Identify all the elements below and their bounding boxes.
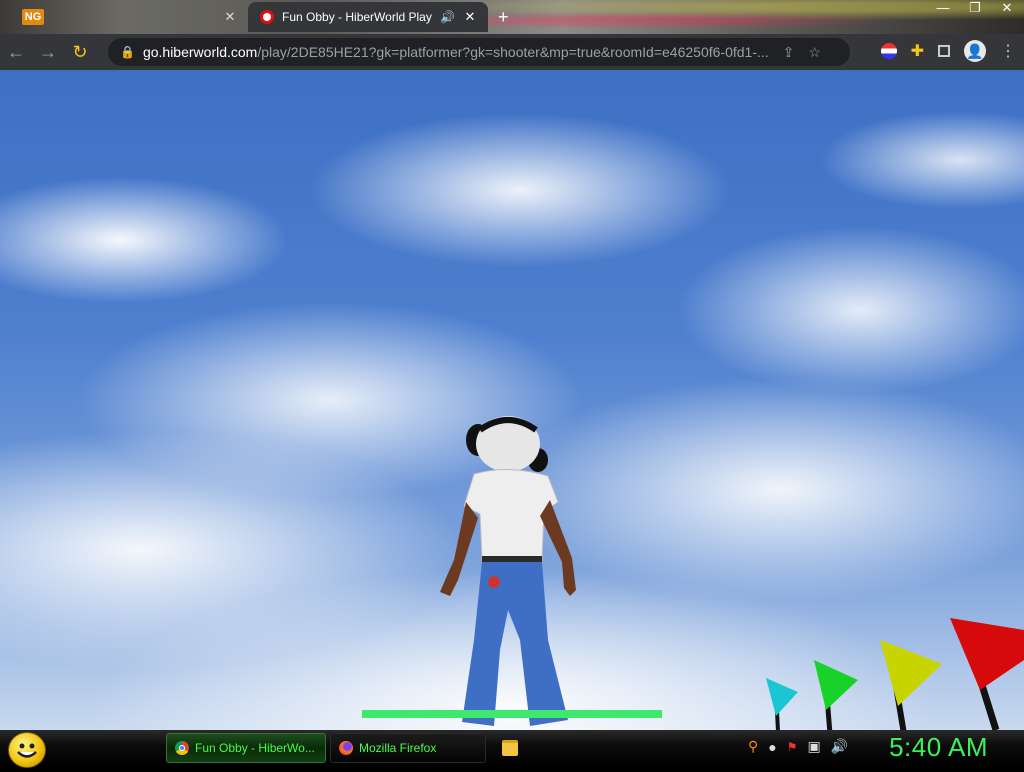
smiley-icon bbox=[17, 743, 37, 758]
url-host: go.hiberworld.com bbox=[142, 44, 258, 60]
close-icon[interactable]: ✕ bbox=[462, 9, 478, 25]
arrow-right-icon: → bbox=[39, 41, 57, 62]
close-window-button[interactable]: ✕ bbox=[998, 0, 1016, 16]
url-path: /play/2DE85HE21?gk=platformer?gk=shooter… bbox=[257, 44, 769, 60]
action-center-flag-icon[interactable]: ⚑ bbox=[787, 740, 798, 754]
checkpoint-flag-red bbox=[950, 618, 1024, 730]
profile-avatar[interactable]: 👤 bbox=[964, 40, 986, 62]
reload-button[interactable]: ↻ bbox=[64, 42, 96, 63]
share-icon[interactable]: ⇪ bbox=[783, 44, 795, 61]
taskbar-item-label: Mozilla Firefox bbox=[359, 741, 437, 755]
game-canvas[interactable] bbox=[0, 70, 1024, 730]
browser-tab-strip: NG ✕ Fun Obby - HiberWorld Play 🔊 ✕ + — … bbox=[0, 0, 1024, 34]
person-icon: 👤 bbox=[966, 43, 984, 59]
network-icon[interactable]: ▣ bbox=[808, 738, 821, 755]
taskbar: Fun Obby - HiberWo... Mozilla Firefox ⚲ … bbox=[0, 730, 1024, 768]
tab-active[interactable]: Fun Obby - HiberWorld Play 🔊 ✕ bbox=[248, 2, 488, 32]
taskbar-item-label: Fun Obby - HiberWo... bbox=[195, 741, 315, 755]
taskbar-item-chrome[interactable]: Fun Obby - HiberWo... bbox=[166, 733, 326, 763]
start-button[interactable] bbox=[8, 732, 46, 768]
chrome-icon bbox=[175, 741, 189, 755]
checkpoint-flag-cyan bbox=[766, 678, 798, 730]
tab-inactive[interactable]: NG ✕ bbox=[16, 2, 248, 32]
hiberworld-favicon-icon bbox=[260, 10, 274, 24]
close-icon[interactable]: ✕ bbox=[222, 9, 238, 25]
volume-icon[interactable]: 🔊 bbox=[831, 738, 848, 755]
extensions-area: ✚ 👤 ⋮ bbox=[880, 40, 1016, 62]
kebab-icon[interactable]: ⋮ bbox=[1000, 41, 1016, 61]
messenger-icon[interactable]: ● bbox=[768, 739, 776, 755]
flag-extension-icon[interactable] bbox=[880, 43, 897, 59]
speaker-icon[interactable]: 🔊 bbox=[440, 10, 456, 24]
health-bar-fill bbox=[362, 710, 662, 718]
window-controls: — ❐ ✕ bbox=[934, 0, 1016, 16]
checkpoint-flag-yellow bbox=[880, 640, 942, 730]
browser-toolbar: ← → ↻ 🔒 go.hiberworld.com /play/2DE85HE2… bbox=[0, 34, 1024, 70]
newgrounds-logo-icon: NG bbox=[22, 9, 44, 25]
forward-button[interactable]: → bbox=[32, 42, 64, 63]
back-button[interactable]: ← bbox=[0, 42, 32, 63]
checkpoint-flag-green bbox=[814, 660, 858, 730]
reload-icon: ↻ bbox=[72, 41, 88, 62]
taskbar-clock[interactable]: 5:40 AM bbox=[889, 732, 988, 763]
player-avatar bbox=[440, 416, 576, 726]
arrow-left-icon: ← bbox=[7, 41, 25, 62]
star-icon[interactable]: ☆ bbox=[808, 44, 821, 61]
folder-icon[interactable] bbox=[502, 740, 518, 756]
health-bar bbox=[362, 710, 662, 718]
minimize-button[interactable]: — bbox=[934, 0, 952, 16]
side-panel-icon[interactable] bbox=[938, 45, 950, 57]
taskbar-item-firefox[interactable]: Mozilla Firefox bbox=[330, 733, 486, 763]
lock-icon[interactable]: 🔒 bbox=[120, 45, 135, 59]
address-bar[interactable]: 🔒 go.hiberworld.com /play/2DE85HE21?gk=p… bbox=[108, 38, 850, 66]
new-tab-button[interactable]: + bbox=[498, 7, 509, 28]
system-tray: ⚲ ● ⚑ ▣ 🔊 bbox=[748, 738, 848, 755]
puzzle-icon[interactable]: ✚ bbox=[911, 41, 924, 61]
tab-title: Fun Obby - HiberWorld Play bbox=[282, 10, 432, 24]
firefox-icon bbox=[339, 741, 353, 755]
restore-button[interactable]: ❐ bbox=[966, 0, 984, 16]
search-icon[interactable]: ⚲ bbox=[748, 738, 758, 755]
